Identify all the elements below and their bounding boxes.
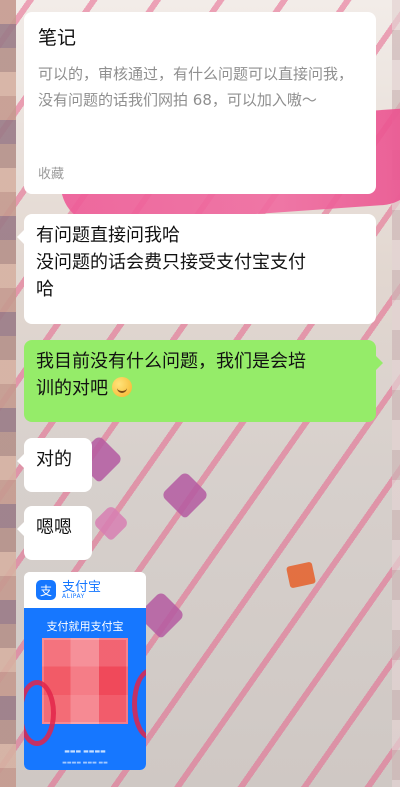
message-text: 训的对吧	[36, 378, 108, 399]
smile-emoji-icon	[112, 377, 132, 397]
background-heart-decoration	[92, 504, 130, 542]
message-bubble[interactable]: 有问题直接问我哈 没问题的话会费只接受支付宝支付 哈	[17, 214, 376, 324]
message-bubble[interactable]: 我目前没有什么问题，我们是会培 训的对吧	[24, 340, 383, 422]
alipay-logo-icon: 支	[36, 580, 56, 600]
message-text: 哈	[36, 279, 54, 300]
background-tag-decoration	[285, 561, 317, 589]
note-card[interactable]: 笔记 可以的，审核通过，有什么问题可以直接问我，没有问题的话我们网拍 68，可以…	[24, 12, 376, 194]
message-text: 嗯嗯	[36, 517, 72, 538]
note-body: 可以的，审核通过，有什么问题可以直接问我，没有问题的话我们网拍 68，可以加入嗷…	[38, 64, 354, 109]
alipay-brand-sub: ALIPAY	[62, 592, 85, 600]
alipay-card-body: 支付就用支付宝 ▬▬▬ ▬▬▬▬ ▬▬▬▬ ▬▬▬ ▬▬	[24, 608, 146, 770]
message-bubble[interactable]: 对的	[17, 438, 92, 492]
alipay-card-header: 支 支付宝 ALIPAY	[24, 572, 146, 608]
message-bubble[interactable]: 嗯嗯	[17, 506, 92, 560]
message-text-with-emoji: 训的对吧	[36, 375, 364, 402]
alipay-brand-name: 支付宝	[62, 579, 102, 595]
message-text: 有问题直接问我哈	[36, 225, 180, 246]
background-heart-decoration	[160, 470, 210, 520]
chat-screen: 笔记 可以的，审核通过，有什么问题可以直接问我，没有问题的话我们网拍 68，可以…	[0, 0, 400, 787]
avatar-mosaic-strip	[0, 0, 16, 787]
note-title: 笔记	[38, 27, 77, 49]
alipay-card-title: 支付就用支付宝	[46, 620, 124, 633]
alipay-footer-line: ▬▬▬ ▬▬▬▬	[64, 748, 106, 755]
red-circle-annotation	[132, 668, 146, 740]
note-footer: 收藏	[38, 166, 65, 182]
message-text: 我目前没有什么问题，我们是会培	[36, 351, 306, 372]
alipay-footer-line: ▬▬▬▬ ▬▬▬ ▬▬	[62, 760, 108, 766]
alipay-qr-image-message[interactable]: 支 支付宝 ALIPAY 支付就用支付宝 ▬▬▬ ▬▬▬▬ ▬▬▬▬ ▬▬▬ ▬…	[24, 572, 146, 770]
message-text: 没问题的话会费只接受支付宝支付	[36, 252, 306, 273]
message-text: 对的	[36, 449, 72, 470]
alipay-brand: 支付宝 ALIPAY	[62, 581, 101, 600]
